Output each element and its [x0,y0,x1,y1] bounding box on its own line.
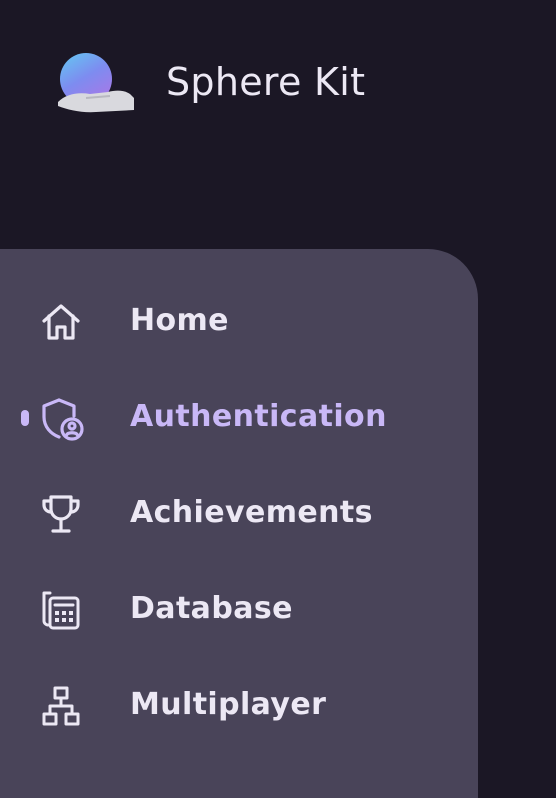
sidebar-item-home[interactable]: Home [0,273,478,369]
sidebar-item-label: Multiplayer [130,687,327,722]
active-indicator [21,410,29,426]
sidebar-item-authentication[interactable]: Authentication [0,369,478,465]
sidebar-item-label: Achievements [130,495,373,530]
home-icon [40,301,82,343]
shield-user-icon [40,397,84,441]
sidebar-item-achievements[interactable]: Achievements [0,465,478,561]
sidebar-nav: Home Authentication Achievements Databas… [0,273,478,753]
sidebar-item-label: Home [130,303,229,338]
brand-header[interactable]: Sphere Kit [56,50,365,114]
sidebar-item-label: Authentication [130,399,387,434]
sphere-hand-logo [56,50,136,114]
trophy-icon [40,493,82,535]
brand-title: Sphere Kit [166,60,366,104]
calculator-icon [40,589,82,631]
sidebar-item-multiplayer[interactable]: Multiplayer [0,657,478,753]
sidebar-item-label: Database [130,591,293,626]
network-hierarchy-icon [40,685,82,727]
sidebar-item-database[interactable]: Database [0,561,478,657]
app-window: Sphere Kit Home Authentication Achieveme… [0,0,556,798]
sidebar-panel: Home Authentication Achievements Databas… [0,249,478,798]
